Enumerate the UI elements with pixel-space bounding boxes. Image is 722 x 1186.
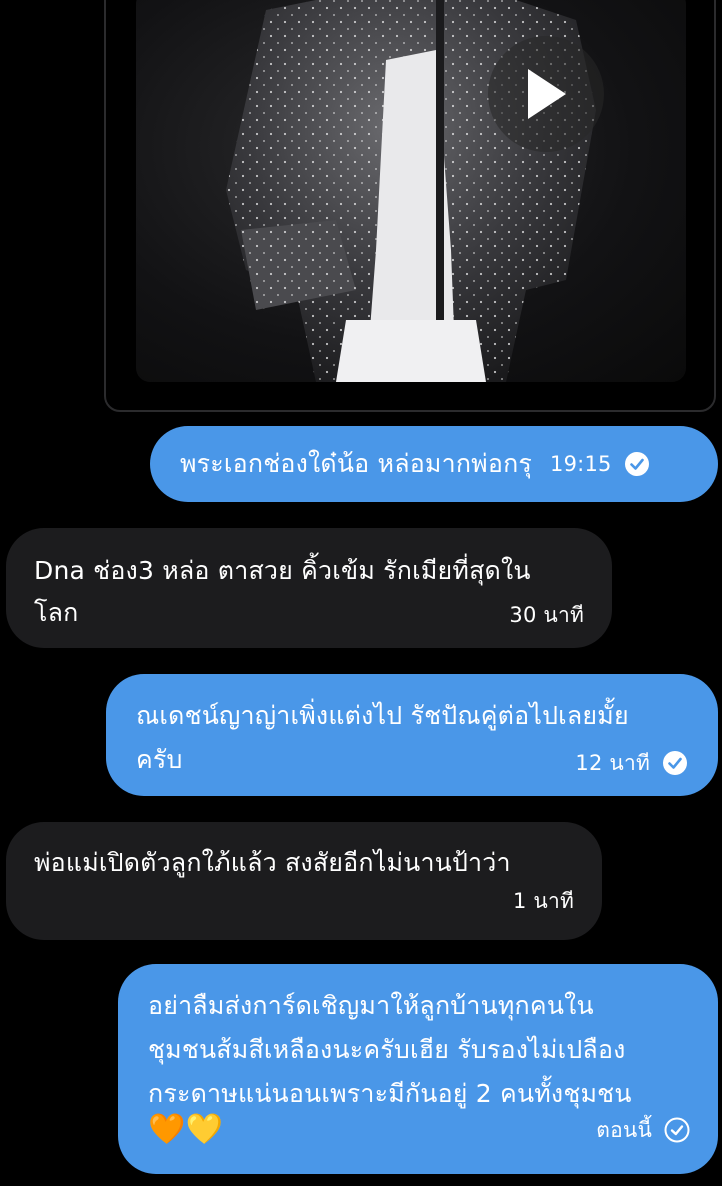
message-meta: ตอนนี้ [596,1115,690,1145]
message-bubble-incoming[interactable]: พ่อแม่เปิดตัวลูกใภ้แล้ว สงสัยอีกไม่นานป้… [6,822,602,940]
message-bubble-outgoing[interactable]: อย่าลืมส่งการ์ดเชิญมาให้ลูกบ้านทุกคนใน ช… [118,964,718,1174]
message-time: 30 นาที [509,603,584,627]
message-meta: 19:15 [550,449,650,479]
message-time: 12 นาที [575,751,650,775]
emoji-hearts: 🧡💛 [148,1112,224,1147]
message-time: ตอนนี้ [596,1118,652,1142]
read-check-icon [624,452,649,476]
play-icon [528,69,566,119]
sent-check-icon [664,1117,690,1143]
chat-thread: พระเอกช่องใด๋น้อ หล่อมากพ่อกรุ 19:15 Dna… [0,0,722,1186]
message-time: 19:15 [550,452,612,476]
message-bubble-outgoing[interactable]: พระเอกช่องใด๋น้อ หล่อมากพ่อกรุ 19:15 [150,426,718,502]
read-check-icon [663,751,687,775]
message-footer: 🧡💛 ตอนนี้ [148,1110,690,1150]
message-meta: 30 นาที [34,600,584,630]
message-meta: 12 นาที [136,748,688,778]
message-text: พ่อแม่เปิดตัวลูกใภ้แล้ว สงสัยอีกไม่นานป้… [34,848,511,877]
message-bubble-incoming[interactable]: Dna ช่อง3 หล่อ ตาสวย คิ้วเข้ม รักเมียที่… [6,528,612,648]
message-text: อย่าลืมส่งการ์ดเชิญมาให้ลูกบ้านทุกคนใน ช… [148,991,632,1108]
message-time: 1 นาที [512,889,574,913]
message-meta: 1 นาที [34,886,574,916]
message-bubble-outgoing[interactable]: ณเดชน์ญาญ่าเพิ่งแต่งไป รัชปัณคู่ต่อไปเลย… [106,674,718,796]
message-text: พระเอกช่องใด๋น้อ หล่อมากพ่อกรุ [180,449,533,478]
video-thumbnail[interactable] [136,0,686,382]
message-content: พระเอกช่องใด๋น้อ หล่อมากพ่อกรุ 19:15 [180,442,688,486]
play-button[interactable] [488,36,604,152]
